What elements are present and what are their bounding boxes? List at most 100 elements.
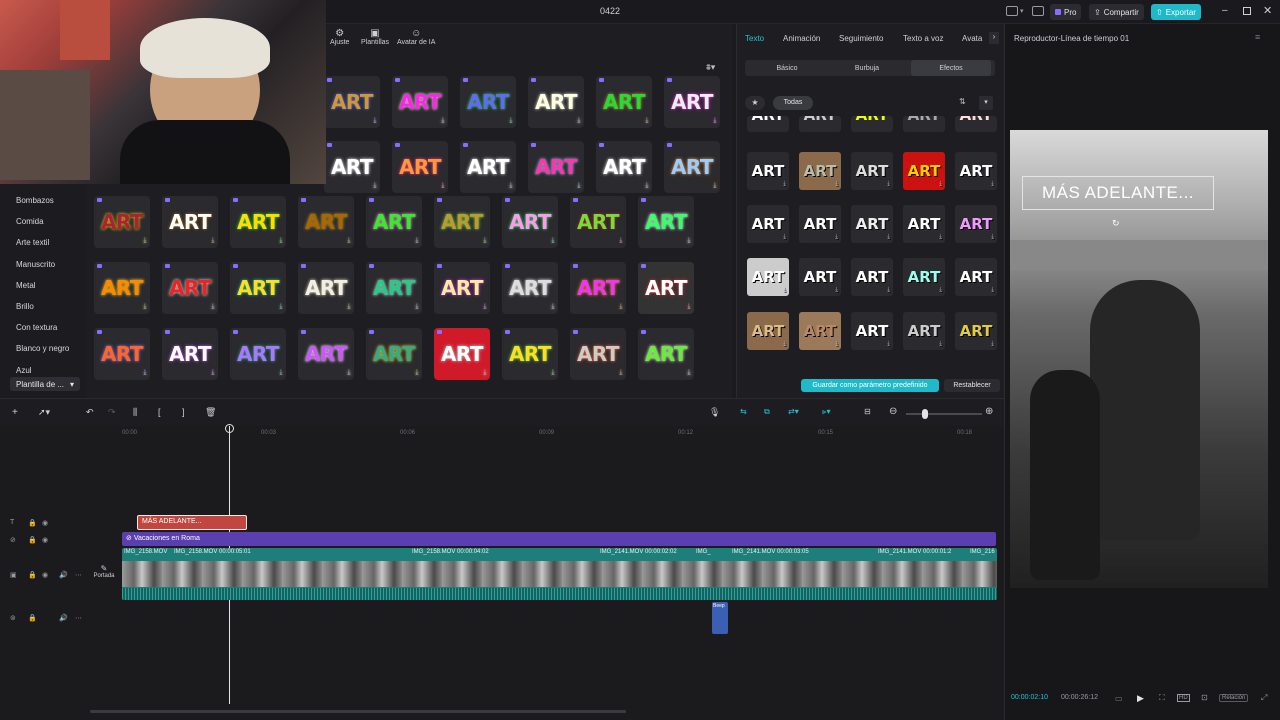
category-item[interactable]: Comida	[16, 217, 44, 226]
effect-tile[interactable]: ART ⤓	[903, 312, 945, 350]
filter-all-chip[interactable]: Todas	[773, 96, 813, 110]
download-icon[interactable]: ⤓	[645, 181, 648, 190]
download-icon[interactable]: ⤓	[687, 236, 690, 245]
text-panel-subtab[interactable]: Efectos	[911, 60, 991, 76]
template-tile[interactable]: ART ⤓	[596, 141, 652, 193]
download-icon[interactable]: ⤓	[279, 236, 282, 245]
download-icon[interactable]: ⤓	[619, 368, 622, 377]
overlay-text-box[interactable]: MÁS ADELANTE...	[1022, 176, 1214, 210]
fullscreen-icon[interactable]: ⤢	[1261, 693, 1267, 703]
preview-axis-icon[interactable]: ⫸▾	[822, 407, 831, 417]
share-button[interactable]: ⇪ Compartir	[1089, 4, 1144, 20]
template-tile[interactable]: ART ⤓	[392, 141, 448, 193]
effect-tile[interactable]: ART ⤓	[747, 152, 789, 190]
download-icon[interactable]: ⤓	[347, 236, 350, 245]
download-icon[interactable]: ⤓	[441, 116, 444, 125]
template-tile[interactable]: ART ⤓	[324, 76, 380, 128]
keyboard-icon[interactable]	[1032, 6, 1044, 16]
download-icon[interactable]: ⤓	[279, 368, 282, 377]
ai-avatar-tab[interactable]: ☺ Avatar de IA	[397, 28, 435, 46]
add-icon[interactable]: +	[12, 407, 18, 418]
effect-clip[interactable]: ⊘ Vacaciones en Roma	[122, 532, 996, 546]
download-icon[interactable]: ⤓	[211, 236, 214, 245]
category-item-selected[interactable]: Plantilla de ... ▾	[10, 377, 80, 391]
template-tile[interactable]: ART ⤓	[366, 196, 422, 248]
effect-tile[interactable]: ART ⤓	[747, 205, 789, 243]
download-icon[interactable]: ⤓	[687, 302, 690, 311]
video-clip-label[interactable]: IMG_2141.MOV 00:00:03:05	[732, 549, 809, 555]
template-tile[interactable]: ART ⤓	[638, 196, 694, 248]
maximize-icon[interactable]	[1243, 7, 1251, 15]
template-tile[interactable]: ART ⤓	[94, 328, 150, 380]
text-clip[interactable]: MÁS ADELANTE...	[137, 515, 247, 530]
effect-track-lock-icon[interactable]: 🔒	[28, 536, 37, 544]
download-icon[interactable]: ⤓	[415, 302, 418, 311]
video-clip-label[interactable]: IMG_	[696, 549, 711, 555]
audio-track-lock-icon[interactable]: 🔒	[28, 614, 37, 622]
template-tile[interactable]: ART ⤓	[324, 141, 380, 193]
download-icon[interactable]: ⤓	[619, 302, 622, 311]
download-icon[interactable]: ⤓	[211, 368, 214, 377]
close-icon[interactable]: ✕	[1263, 4, 1272, 17]
template-tile[interactable]: ART ⤓	[230, 262, 286, 314]
link-icon[interactable]: ⇆	[740, 407, 747, 416]
text-track-lock-icon[interactable]: 🔒	[28, 519, 37, 527]
download-icon[interactable]: ⤓	[143, 302, 146, 311]
download-icon[interactable]: ⤓	[373, 181, 376, 190]
download-icon[interactable]: ⤓	[991, 233, 994, 241]
template-tile[interactable]: ART ⤓	[434, 328, 490, 380]
sort-icon[interactable]: ⇅	[959, 97, 966, 106]
template-tile[interactable]: ART ⤓	[664, 141, 720, 193]
play-icon[interactable]: ▶	[1137, 693, 1144, 704]
quality-icon[interactable]: HD	[1177, 694, 1190, 702]
template-tile[interactable]: ART ⤓	[162, 328, 218, 380]
text-panel-tab[interactable]: Texto a voz	[903, 34, 943, 43]
layout-dropdown-icon[interactable]: ▾	[1020, 7, 1024, 15]
download-icon[interactable]: ⤓	[713, 116, 716, 125]
download-icon[interactable]: ⤓	[509, 181, 512, 190]
download-icon[interactable]: ⤓	[835, 180, 838, 188]
effect-tile[interactable]: ART	[799, 116, 841, 132]
template-tile[interactable]: ART ⤓	[502, 328, 558, 380]
download-icon[interactable]: ⤓	[143, 236, 146, 245]
rotate-handle-icon[interactable]: ↻	[1112, 218, 1120, 229]
minimize-icon[interactable]: –	[1222, 5, 1228, 16]
template-tile[interactable]: ART ⤓	[528, 76, 584, 128]
download-icon[interactable]: ⤓	[279, 302, 282, 311]
player-menu-icon[interactable]: ≡	[1255, 32, 1260, 42]
template-tile[interactable]: ART ⤓	[638, 328, 694, 380]
template-tile[interactable]: ART ⤓	[570, 328, 626, 380]
download-icon[interactable]: ⤓	[991, 286, 994, 294]
fit-icon[interactable]: ⛶	[1159, 693, 1165, 703]
template-tile[interactable]: ART ⤓	[502, 262, 558, 314]
video-clip-label[interactable]: IMG_2141.MOV 00:00:01:2	[878, 549, 951, 555]
template-tile[interactable]: ART ⤓	[366, 262, 422, 314]
download-icon[interactable]: ⤓	[483, 236, 486, 245]
download-icon[interactable]: ⤓	[939, 286, 942, 294]
delete-icon[interactable]: 🗑	[205, 407, 216, 418]
text-panel-subtab[interactable]: Básico	[747, 60, 827, 76]
template-tile[interactable]: ART ⤓	[298, 328, 354, 380]
template-tile[interactable]: ART ⤓	[94, 262, 150, 314]
split-icon[interactable]: ⫼	[133, 407, 137, 418]
zoom-slider[interactable]	[906, 409, 982, 419]
filter-icon[interactable]: ⩩▾	[706, 62, 715, 73]
effect-tile[interactable]: ART ⤓	[799, 258, 841, 296]
download-icon[interactable]: ⤓	[441, 181, 444, 190]
template-tile[interactable]: ART ⤓	[434, 262, 490, 314]
video-clip-label[interactable]: IMG_2158.MOV	[124, 549, 167, 555]
template-tile[interactable]: ART ⤓	[570, 262, 626, 314]
download-icon[interactable]: ⤓	[783, 233, 786, 241]
download-icon[interactable]: ⤓	[687, 368, 690, 377]
audio-clip[interactable]: Beep	[712, 602, 728, 634]
download-icon[interactable]: ⤓	[887, 286, 890, 294]
template-tile[interactable]: ART ⤓	[434, 196, 490, 248]
effect-tile[interactable]: ART ⤓	[903, 258, 945, 296]
download-icon[interactable]: ⤓	[577, 181, 580, 190]
download-icon[interactable]: ⤓	[939, 340, 942, 348]
effect-tile[interactable]: ART ⤓	[851, 258, 893, 296]
category-item[interactable]: Con textura	[16, 323, 57, 332]
effect-tile[interactable]: ART	[955, 116, 997, 132]
download-icon[interactable]: ⤓	[347, 302, 350, 311]
template-tile[interactable]: ART ⤓	[162, 196, 218, 248]
